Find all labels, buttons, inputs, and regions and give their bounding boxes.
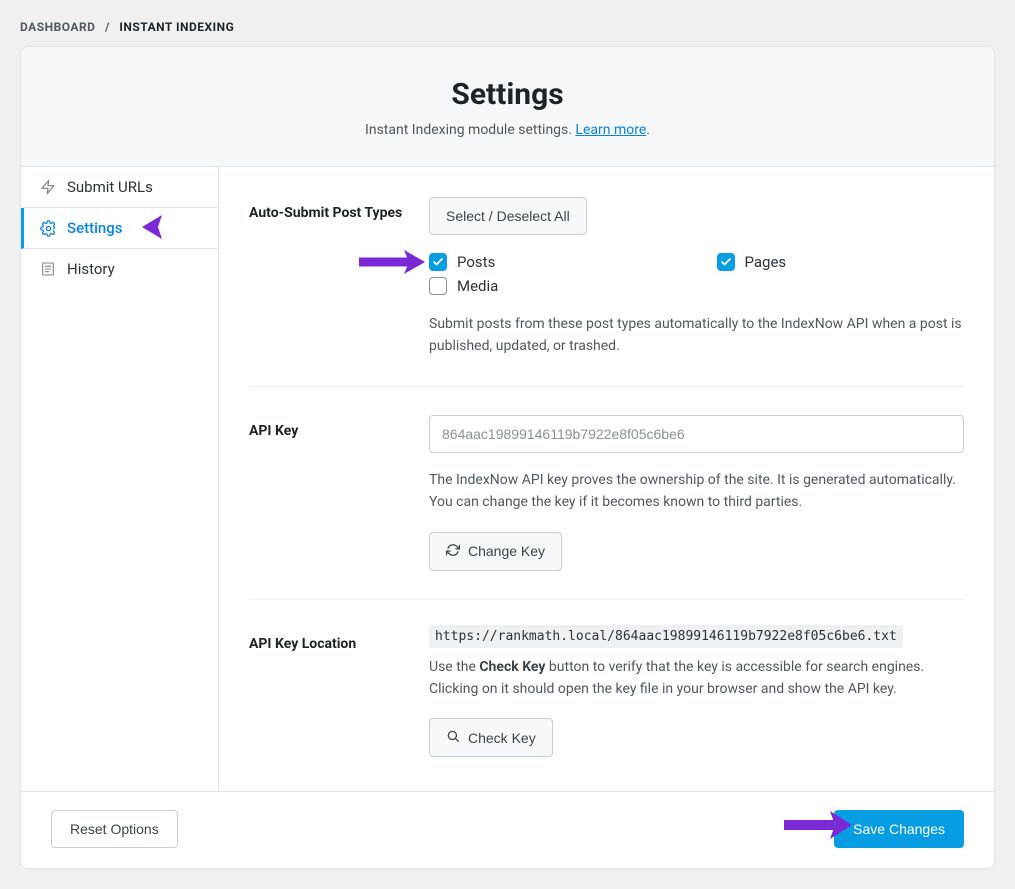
button-label: Change Key: [468, 543, 545, 559]
check-key-button[interactable]: Check Key: [429, 718, 553, 757]
desc-prefix: Use the: [429, 659, 479, 675]
sidebar-item-label: Submit URLs: [67, 178, 153, 196]
breadcrumb-separator: /: [105, 20, 110, 34]
reset-options-button[interactable]: Reset Options: [51, 810, 178, 848]
sidebar-item-label: History: [67, 260, 115, 278]
gear-icon: [39, 219, 57, 237]
row-auto-submit: Auto-Submit Post Types Select / Deselect…: [249, 197, 964, 387]
button-label: Check Key: [468, 730, 536, 746]
checkbox-label: Posts: [457, 253, 495, 271]
desc-api-key-location: Use the Check Key button to verify that …: [429, 656, 964, 701]
desc-api-key: The IndexNow API key proves the ownershi…: [429, 469, 964, 514]
annotation-arrow-icon: [142, 212, 198, 242]
desc-auto-submit: Submit posts from these post types autom…: [429, 313, 964, 358]
select-deselect-all-button[interactable]: Select / Deselect All: [429, 197, 587, 235]
save-changes-button[interactable]: Save Changes: [834, 810, 964, 848]
footer: Reset Options Save Changes: [21, 791, 994, 868]
sidebar-item-settings[interactable]: Settings: [21, 208, 218, 249]
checkbox-pages[interactable]: Pages: [717, 253, 965, 271]
checkbox-icon: [717, 253, 735, 271]
label-api-key-location: API Key Location: [249, 628, 429, 652]
row-api-key: API Key The IndexNow API key proves the …: [249, 415, 964, 600]
history-icon: [39, 260, 57, 278]
api-key-location-path: https://rankmath.local/864aac19899146119…: [429, 625, 903, 648]
label-auto-submit: Auto-Submit Post Types: [249, 197, 429, 221]
label-api-key: API Key: [249, 415, 429, 439]
content-area: Auto-Submit Post Types Select / Deselect…: [219, 167, 994, 791]
annotation-arrow-icon: [351, 247, 425, 277]
checkbox-posts[interactable]: Posts: [429, 253, 677, 271]
page-subtitle: Instant Indexing module settings. Learn …: [45, 122, 970, 138]
breadcrumb-current: INSTANT INDEXING: [119, 20, 234, 34]
checkbox-icon: [429, 277, 447, 295]
checkbox-label: Media: [457, 277, 498, 295]
search-icon: [446, 729, 460, 746]
checkbox-media[interactable]: Media: [429, 277, 677, 295]
header-area: Settings Instant Indexing module setting…: [21, 47, 994, 167]
desc-bold: Check Key: [479, 659, 545, 675]
subtitle-suffix: .: [646, 122, 650, 138]
page-title: Settings: [45, 77, 970, 112]
subtitle-text: Instant Indexing module settings.: [365, 122, 575, 138]
sidebar-item-label: Settings: [67, 219, 123, 237]
breadcrumb-dashboard-link[interactable]: DASHBOARD: [20, 20, 95, 34]
checkbox-label: Pages: [745, 253, 787, 271]
breadcrumb: DASHBOARD / INSTANT INDEXING: [20, 20, 995, 34]
refresh-icon: [446, 543, 460, 560]
row-api-key-location: API Key Location https://rankmath.local/…: [249, 628, 964, 768]
sidebar-item-history[interactable]: History: [21, 249, 218, 289]
checkbox-icon: [429, 253, 447, 271]
change-key-button[interactable]: Change Key: [429, 532, 562, 571]
bolt-icon: [39, 178, 57, 196]
sidebar-item-submit-urls[interactable]: Submit URLs: [21, 167, 218, 208]
sidebar: Submit URLs Settings: [21, 167, 219, 791]
learn-more-link[interactable]: Learn more: [575, 122, 646, 138]
settings-card: Settings Instant Indexing module setting…: [20, 46, 995, 869]
api-key-input[interactable]: [429, 415, 964, 453]
